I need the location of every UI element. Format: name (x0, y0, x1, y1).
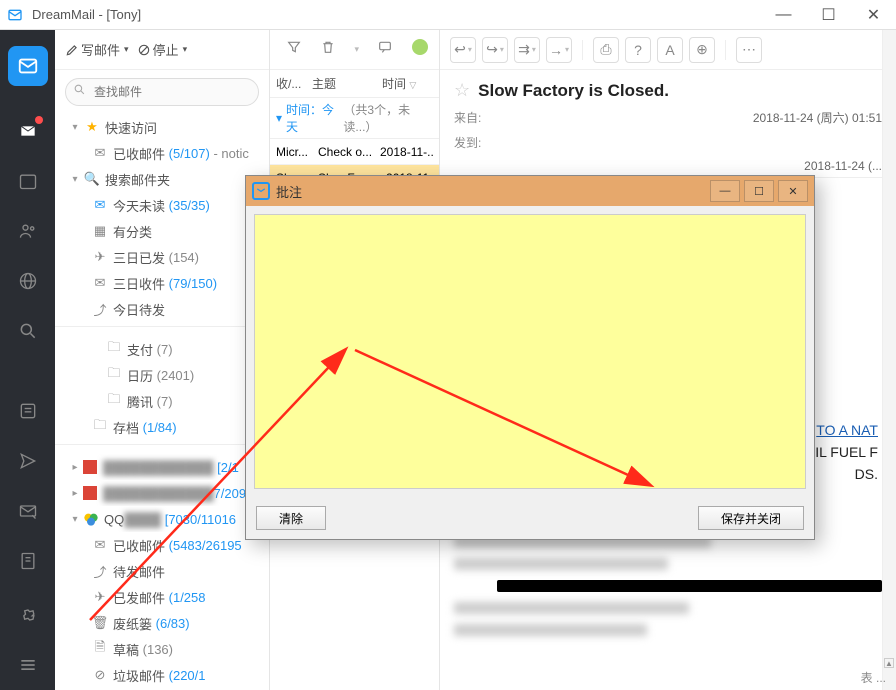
annotation-textarea[interactable] (254, 214, 806, 489)
search-icon (73, 83, 86, 101)
mail-date2: 2018-11-24 (... (804, 159, 882, 173)
dialog-titlebar[interactable]: 批注 — ☐ ✕ (246, 176, 814, 206)
filter-icon[interactable] (286, 39, 302, 60)
folder-tree: ▾★快速访问 ✉已收邮件 (5/107) - notic ▾🔍搜索邮件夹 ✉今天… (55, 114, 269, 690)
compose-toolbar: 写邮件 ▾ 停止 ▾ (55, 30, 269, 70)
msglist-toolbar: ▾ (270, 30, 439, 70)
rail-calendar-icon[interactable] (0, 156, 55, 206)
compose-button[interactable]: 写邮件 ▾ (65, 40, 129, 59)
tree-folder-tencent[interactable]: 🗀腾讯 (7) (55, 388, 269, 414)
tree-qq-sent[interactable]: ✈已发邮件 (1/258 (55, 584, 269, 610)
forward-button[interactable]: → (546, 37, 572, 63)
tree-qq-inbox[interactable]: ✉已收邮件 (5483/26195 (55, 532, 269, 558)
tree-search-folders[interactable]: ▾🔍搜索邮件夹 (55, 166, 269, 192)
col-from[interactable]: 收/... (276, 75, 312, 92)
close-button[interactable]: ✕ (851, 0, 896, 30)
preview-toolbar: ↩ ↪ ⇉ → ⎙ ? A ⊕ ⋯ (440, 30, 896, 70)
minimize-button[interactable]: — (761, 0, 806, 30)
tree-qq-spam[interactable]: ⊘垃圾邮件 (220/1 (55, 662, 269, 688)
folder-sidebar: 写邮件 ▾ 停止 ▾ ▾★快速访问 ✉已收邮件 (5/107) - notic … (55, 30, 270, 690)
mail-subject: Slow Factory is Closed. (478, 81, 669, 101)
rail-mail-icon[interactable] (0, 106, 55, 156)
dialog-icon (252, 182, 270, 200)
zoom-button[interactable]: ⊕ (689, 37, 715, 63)
tree-folder-archive[interactable]: 🗀存档 (1/84) (55, 414, 269, 440)
chat-icon[interactable] (377, 39, 393, 60)
text-button[interactable]: A (657, 37, 683, 63)
from-label: 来自: (454, 109, 492, 126)
titlebar: DreamMail - [Tony] — ☐ ✕ (0, 0, 896, 30)
maximize-button[interactable]: ☐ (806, 0, 851, 30)
rail-archive-icon[interactable] (0, 386, 55, 436)
delete-icon[interactable] (320, 39, 336, 60)
rail-globe-icon[interactable] (0, 256, 55, 306)
clear-button[interactable]: 清除 (256, 506, 326, 530)
star-icon[interactable]: ☆ (454, 80, 470, 101)
save-close-button[interactable]: 保存并关闭 (698, 506, 804, 530)
app-icon (0, 0, 30, 30)
dialog-close[interactable]: ✕ (778, 180, 808, 202)
msglist-group[interactable]: ▾时间：今天（共3个，未读...） (270, 98, 439, 139)
status-dot-icon[interactable] (411, 38, 429, 61)
tree-3day-inbox[interactable]: ✉三日收件 (79/150) (55, 270, 269, 296)
tree-account-1[interactable]: ▸████████████ [2/1 (55, 454, 269, 480)
tree-qq-trash[interactable]: 🗑废纸篓 (6/83) (55, 610, 269, 636)
nav-rail (0, 30, 55, 690)
tree-account-qq[interactable]: ▾ QQ████ [7030/11016 (55, 506, 269, 532)
rail-rss-icon[interactable] (0, 436, 55, 486)
dialog-title: 批注 (276, 182, 706, 201)
rail-menu-icon[interactable] (0, 640, 55, 690)
tree-quick-access[interactable]: ▾★快速访问 (55, 114, 269, 140)
stop-button[interactable]: 停止 ▾ (137, 40, 188, 59)
tree-categorized[interactable]: ▦有分类 (55, 218, 269, 244)
help-button[interactable]: ? (625, 37, 651, 63)
app-logo[interactable] (8, 46, 48, 86)
search-input[interactable] (65, 78, 259, 106)
annotation-dialog: 批注 — ☐ ✕ 清除 保存并关闭 (245, 175, 815, 540)
col-subject[interactable]: 主题 (312, 75, 382, 92)
msglist-row[interactable]: Micr... Check o... 2018-11-... (270, 139, 439, 165)
rail-contacts-icon[interactable] (0, 206, 55, 256)
col-date[interactable]: 时间 ▽ (382, 75, 433, 92)
rail-search-icon[interactable] (0, 306, 55, 356)
print-button[interactable]: ⎙ (593, 37, 619, 63)
tree-3day-sent[interactable]: ✈三日已发 (154) (55, 244, 269, 270)
msglist-header: 收/... 主题 时间 ▽ (270, 70, 439, 98)
tree-qq-drafts[interactable]: 🗎草稿 (136) (55, 636, 269, 662)
to-label: 发到: (454, 134, 492, 151)
tree-today-pending[interactable]: ⤴今日待发 (55, 296, 269, 322)
tree-folder-pay[interactable]: 🗀支付 (7) (55, 336, 269, 362)
reply-button[interactable]: ↪ (482, 37, 508, 63)
tree-account-2[interactable]: ▸████████████7/209 (55, 480, 269, 506)
dialog-minimize[interactable]: — (710, 180, 740, 202)
rail-settings-icon[interactable] (0, 590, 55, 640)
mail-date: 2018-11-24 (周六) 01:51 (753, 109, 882, 126)
tree-inbox[interactable]: ✉已收邮件 (5/107) - notic (55, 140, 269, 166)
back-button[interactable]: ↩ (450, 37, 476, 63)
footer-hint: 表 ... (861, 669, 886, 686)
window-title: DreamMail - [Tony] (30, 7, 761, 22)
scrollbar[interactable]: ▲ (882, 30, 896, 690)
tree-folder-cal[interactable]: 🗀日历 (2401) (55, 362, 269, 388)
dialog-maximize[interactable]: ☐ (744, 180, 774, 202)
more-button[interactable]: ⋯ (736, 37, 762, 63)
rail-notes-icon[interactable] (0, 536, 55, 586)
tree-qq-outbox[interactable]: ⤴待发邮件 (55, 558, 269, 584)
tree-today-unread[interactable]: ✉今天未读 (35/35) (55, 192, 269, 218)
rail-send-icon[interactable] (0, 486, 55, 536)
replyall-button[interactable]: ⇉ (514, 37, 540, 63)
